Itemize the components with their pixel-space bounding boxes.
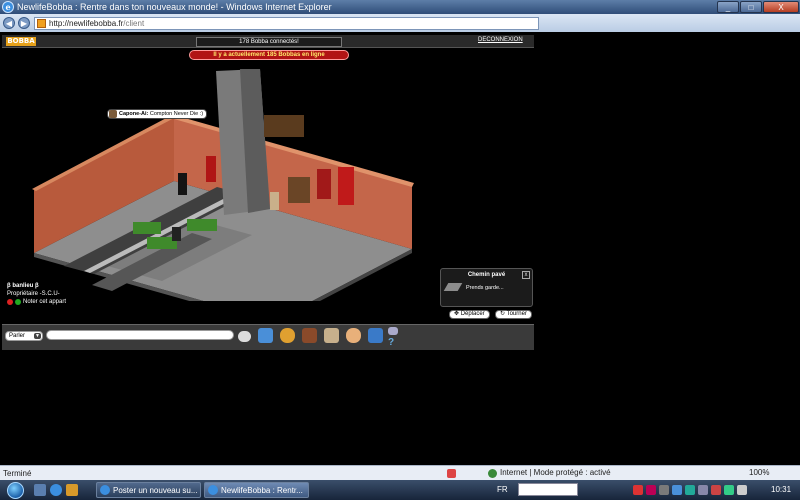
security-zone: Internet | Mode protégé : activé: [500, 468, 611, 477]
red-door: [206, 156, 216, 182]
url-field[interactable]: http://newlifebobba.fr/client: [34, 16, 539, 30]
inventory-icon[interactable]: [302, 328, 317, 343]
show-desktop-icon[interactable]: [34, 484, 46, 496]
red-cabinet: [317, 169, 331, 199]
chat-input[interactable]: [46, 330, 234, 340]
system-tray: 10:31: [630, 482, 800, 498]
logout-link[interactable]: DECONNEXION: [478, 37, 523, 43]
ie-task-icon: [100, 485, 110, 495]
chat-bubble: Capone-Ai: Compton Never Die :): [107, 109, 208, 119]
status-text: Terminé: [3, 468, 32, 478]
folder-icon[interactable]: [66, 484, 78, 496]
speak-mode-value: Parler: [9, 333, 26, 339]
internet-explorer-icon: e: [2, 1, 14, 13]
taskbar-button-bobba[interactable]: NewlifeBobba : Rentr...: [204, 482, 309, 498]
taskbar-button-label: Poster un nouveau su...: [113, 485, 198, 495]
furni-info-panel: Chemin pavé x Prends garde...: [440, 268, 533, 307]
furni-description: Prends garde...: [466, 285, 504, 291]
speak-mode-select[interactable]: Parler ▼: [5, 331, 43, 341]
hand-icon[interactable]: [346, 328, 361, 343]
clock[interactable]: 10:31: [771, 485, 791, 494]
isometric-room[interactable]: [2, 59, 534, 301]
friends-icon[interactable]: [324, 328, 339, 343]
shelf-unit: [264, 115, 304, 137]
furni-name: Chemin pavé: [467, 272, 506, 278]
zoom-level[interactable]: 100%: [749, 468, 769, 477]
green-bench-3: [187, 219, 217, 231]
back-button[interactable]: ◀: [3, 17, 15, 29]
room-info: β banlieu β Propriétaire -S.C.U- Noter c…: [7, 282, 66, 306]
windows-orb-icon: [6, 481, 24, 499]
sound-icon[interactable]: [388, 327, 398, 335]
console-icon[interactable]: [368, 328, 383, 343]
bobba-client: BOBBA 178 Bobba connectés! DECONNEXION I…: [2, 35, 534, 351]
rate-row: Noter cet appart: [7, 298, 66, 306]
ie-quicklaunch-icon[interactable]: [50, 484, 62, 496]
help-icon[interactable]: ?: [388, 338, 398, 348]
url-host: http://newlifebobba.fr: [49, 18, 124, 28]
tray-app-icon[interactable]: [698, 485, 708, 495]
catalog-icon[interactable]: [280, 328, 295, 343]
tray-app-icon[interactable]: [711, 485, 721, 495]
bobba-logo: BOBBA: [6, 37, 36, 46]
room-owner: Propriétaire -S.C.U-: [7, 291, 60, 297]
room-name: β banlieu β: [7, 283, 39, 289]
move-button-label: Déplacer: [460, 311, 485, 317]
speech-bubble-icon[interactable]: [238, 331, 251, 342]
tray-antivirus-icon[interactable]: [633, 485, 643, 495]
thumbs-up-icon[interactable]: [15, 299, 21, 305]
minimize-button[interactable]: _: [717, 1, 739, 13]
red-phone-booth: [338, 167, 354, 205]
tray-app-icon[interactable]: [685, 485, 695, 495]
chat-avatar-icon: [109, 110, 117, 118]
connected-count: 178 Bobba connectés!: [196, 37, 342, 47]
windows-taskbar: Poster un nouveau su... NewlifeBobba : R…: [0, 480, 800, 500]
avatar-standing: [270, 192, 279, 210]
tray-app-icon[interactable]: [659, 485, 669, 495]
language-indicator[interactable]: FR: [497, 485, 508, 494]
address-bar: ◀ ▶ http://newlifebobba.fr/client: [0, 14, 800, 32]
chat-message: Compton Never Die :): [149, 111, 204, 117]
bookcase: [288, 177, 310, 203]
close-window-button[interactable]: X: [763, 1, 799, 13]
forward-button[interactable]: ▶: [18, 17, 30, 29]
network-icon[interactable]: [724, 485, 734, 495]
close-icon[interactable]: x: [522, 271, 530, 279]
rotate-button-label: Tourner: [506, 311, 527, 317]
navigator-icon[interactable]: [258, 328, 273, 343]
tray-app-icon[interactable]: [646, 485, 656, 495]
maximize-button[interactable]: □: [740, 1, 762, 13]
tray-app-icon[interactable]: [672, 485, 682, 495]
window-titlebar: e NewlifeBobba : Rentre dans ton nouveau…: [0, 0, 800, 14]
sitting-avatar: [172, 227, 181, 241]
green-bench-1: [133, 222, 161, 234]
url-path: /client: [123, 18, 145, 28]
browser-status-bar: Terminé Internet | Mode protégé : activé…: [0, 465, 800, 480]
popup-blocker-icon[interactable]: [447, 469, 456, 478]
rate-label: Noter cet appart: [23, 299, 67, 305]
move-button[interactable]: ✥ Déplacer: [449, 310, 490, 319]
window-title: NewlifeBobba : Rentre dans ton nouveaux …: [17, 2, 332, 12]
taskbar-button-label: NewlifeBobba : Rentr...: [221, 485, 303, 495]
bottom-toolbar: Parler ▼ ?: [2, 324, 534, 350]
start-button[interactable]: [0, 480, 30, 500]
taskbar-search-input[interactable]: [518, 483, 578, 496]
rotate-button[interactable]: ↻ Tourner: [495, 310, 532, 319]
furni-preview-icon: [443, 283, 463, 291]
site-favicon-icon: [37, 18, 46, 28]
client-header: BOBBA 178 Bobba connectés! DECONNEXION: [2, 35, 534, 48]
taskbar-button-forum[interactable]: Poster un nouveau su...: [96, 482, 201, 498]
ie-task-icon: [208, 485, 218, 495]
doorway: [178, 173, 187, 195]
globe-icon: [488, 469, 497, 478]
thumbs-down-icon[interactable]: [7, 299, 13, 305]
chevron-down-icon: ▼: [34, 333, 41, 339]
chat-username: Capone-Ai:: [119, 111, 149, 117]
volume-icon[interactable]: [737, 485, 747, 495]
